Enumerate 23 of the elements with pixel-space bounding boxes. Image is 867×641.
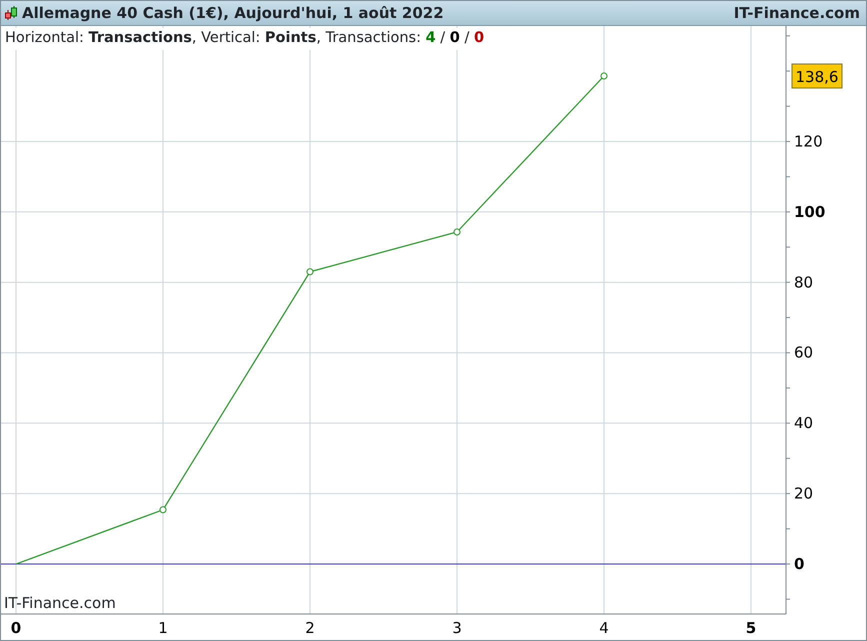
y-tick-label: 60 [794,344,814,362]
x-tick-label: 1 [158,619,168,637]
y-tick-label: 120 [794,132,823,150]
point [160,506,166,514]
y-tick-label: 20 [794,484,814,503]
point [600,72,608,80]
site-brand: IT-Finance.com [734,2,860,24]
y-tick-label: 100 [794,202,826,221]
y-tick-label: 40 [794,414,814,432]
last-value-badge: 138,6 [792,64,842,88]
candlestick-icon [4,5,18,21]
y-tick-label: 80 [794,273,814,292]
watermark-text: IT-Finance.com [4,593,116,614]
x-tick-label: 3 [452,619,462,637]
point [454,228,461,236]
chart-legend: Horizontal: Transactions, Vertical: Points, Transactions: 4 / 0 / 0 [5,28,484,50]
x-tick-label: 0 [10,619,22,637]
y-tick-label: 0 [794,555,804,573]
x-tick-label: 4 [599,619,609,637]
window-title: Allemagne 40 Cash (1€), Aujourd'hui, 1 août 2022 [22,2,444,24]
x-tick-label: 2 [305,619,315,637]
x-tick-label: 5 [746,619,756,637]
point [306,268,314,276]
